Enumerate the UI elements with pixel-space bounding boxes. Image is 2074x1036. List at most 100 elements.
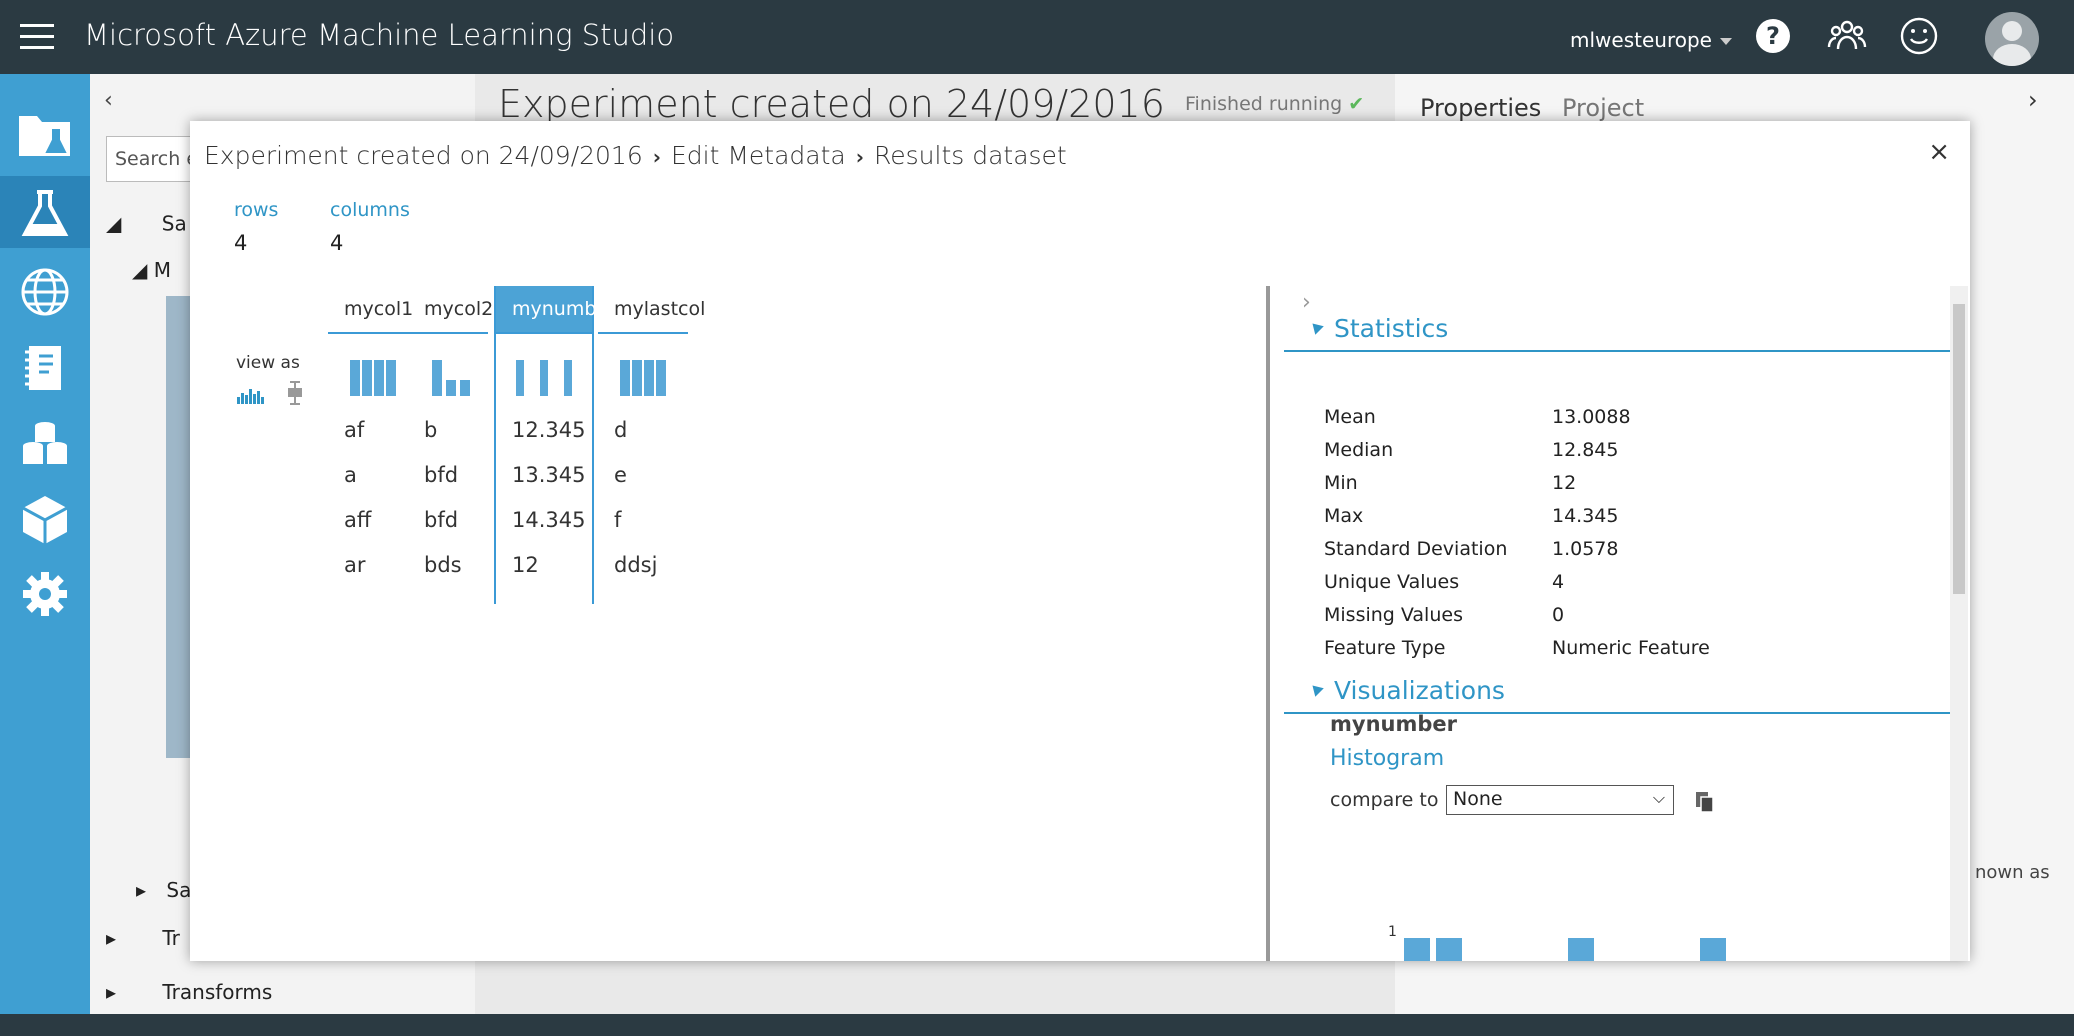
bottom-toolbar <box>0 1014 2074 1036</box>
column-header[interactable]: mycol1 <box>328 286 413 334</box>
top-bar: Microsoft Azure Machine Learning Studio … <box>0 0 2074 74</box>
viz-column-name: mynumber <box>1330 712 1457 736</box>
community-icon[interactable] <box>1826 15 1868 57</box>
table-cell: 12.345 <box>512 418 586 442</box>
property-description-fragment: nown as <box>1975 862 2050 883</box>
visualizations-title: Visualizations <box>1334 676 1505 705</box>
column-header[interactable]: mylastcol <box>598 286 705 334</box>
copy-icon[interactable] <box>1694 790 1716 814</box>
sparkline-bar <box>540 360 548 396</box>
breadcrumb-module[interactable]: Edit Metadata <box>671 141 846 170</box>
stat-value: 14.345 <box>1552 505 1619 527</box>
viz-type-link[interactable]: Histogram <box>1330 746 1444 771</box>
stat-key: Standard Deviation <box>1324 538 1508 560</box>
column-header[interactable]: mycol2 <box>408 286 493 334</box>
columns-value: 4 <box>330 231 344 255</box>
notebooks-icon <box>25 346 61 390</box>
dataset-visualization-dialog: Experiment created on 24/09/2016 › Edit Me… <box>190 121 1970 961</box>
breadcrumb: Experiment created on 24/09/2016 › Edit Me… <box>204 141 1067 170</box>
sparkline-bar <box>516 360 524 396</box>
user-avatar[interactable] <box>1985 12 2039 66</box>
workspace-name: mlwesteurope <box>1570 28 1712 52</box>
nav-projects[interactable] <box>0 96 90 168</box>
collapse-palette-icon[interactable]: ‹ <box>104 88 113 113</box>
app-title: Microsoft Azure Machine Learning Studio <box>84 18 675 52</box>
table-cell: d <box>614 418 628 442</box>
column-sparkline <box>328 334 408 408</box>
grid-column-mycol1[interactable]: mycol1 af a aff ar <box>328 286 413 604</box>
collapse-triangle-icon <box>1308 681 1324 697</box>
palette-tree-my[interactable]: ◢ M <box>132 258 171 282</box>
nav-trained-models[interactable] <box>0 482 90 554</box>
stat-key: Max <box>1324 505 1364 527</box>
stat-key: Unique Values <box>1324 571 1460 593</box>
histogram-view-icon[interactable] <box>236 385 270 405</box>
sparkline-bar <box>620 360 630 396</box>
stats-scrollbar[interactable] <box>1950 286 1968 961</box>
compare-to-select[interactable]: None ⌵ <box>1446 785 1674 815</box>
table-cell: a <box>344 463 357 487</box>
table-cell: ddsj <box>614 553 658 577</box>
histogram-bar <box>1404 938 1430 961</box>
sparkline-bar <box>350 360 360 396</box>
close-icon[interactable]: × <box>1928 137 1950 167</box>
nav-experiments[interactable] <box>0 176 90 248</box>
sparkline-bar <box>564 360 572 396</box>
palette-tree-samples[interactable]: ▸ Sa <box>136 878 191 902</box>
sparkline-bar <box>632 360 642 396</box>
trained-models-cube-icon <box>22 496 68 544</box>
palette-tree-transforms[interactable]: ▸ Transforms <box>106 980 272 1004</box>
table-cell: b <box>424 418 438 442</box>
grid-column-mynumber[interactable]: mynumber 12.345 13.345 14.345 12 <box>494 286 616 604</box>
stat-value: Numeric Feature <box>1552 637 1710 659</box>
grid-column-mylastcol[interactable]: mylastcol d e f ddsj <box>598 286 705 604</box>
hamburger-menu-icon[interactable] <box>20 24 54 50</box>
collapse-triangle-icon <box>1308 319 1324 335</box>
datasets-cylinders-icon <box>23 422 67 464</box>
expand-panel-icon[interactable]: › <box>2028 86 2038 114</box>
breadcrumb-output: Results dataset <box>874 141 1067 170</box>
grid-column-mycol2[interactable]: mycol2 b bfd bfd bds <box>408 286 493 604</box>
panel-divider[interactable] <box>1266 286 1270 961</box>
tab-properties[interactable]: Properties <box>1420 94 1541 122</box>
stat-value: 0 <box>1552 604 1565 626</box>
column-header[interactable]: mynumber <box>496 286 616 334</box>
sparkline-bar <box>432 360 442 396</box>
table-cell: f <box>614 508 622 532</box>
boxplot-view-icon[interactable] <box>285 381 305 405</box>
svg-text:?: ? <box>1766 22 1780 50</box>
columns-label: columns <box>330 199 410 221</box>
nav-web-services[interactable] <box>0 254 90 326</box>
histogram-bar <box>1568 938 1594 961</box>
stat-key: Feature Type <box>1324 637 1446 659</box>
workspace-selector[interactable]: mlwesteurope <box>1570 28 1732 52</box>
histogram-bar <box>1436 938 1462 961</box>
nav-datasets[interactable] <box>0 406 90 478</box>
table-cell: bds <box>424 553 462 577</box>
visualizations-section-header[interactable]: Visualizations <box>1284 666 1952 714</box>
feedback-smiley-icon[interactable] <box>1898 15 1940 57</box>
palette-tree-trained[interactable]: ▸ Tr <box>106 926 180 950</box>
statistics-section-header[interactable]: Statistics <box>1284 304 1952 352</box>
table-cell: bfd <box>424 463 459 487</box>
chevron-right-icon: › <box>855 145 864 169</box>
column-sparkline <box>598 334 688 408</box>
table-cell: af <box>344 418 365 442</box>
breadcrumb-experiment[interactable]: Experiment created on 24/09/2016 <box>204 141 643 170</box>
sparkline-bar <box>386 360 396 396</box>
statistics-panel: › Statistics Mean 13.0088 Median 12.845 Min 1… <box>1284 286 1952 961</box>
view-as-toggle <box>236 381 305 409</box>
stat-value: 12.845 <box>1552 439 1619 461</box>
experiment-title: Experiment created on 24/09/2016 <box>498 82 1165 126</box>
nav-settings[interactable] <box>0 556 90 628</box>
table-cell: 12 <box>512 553 539 577</box>
table-cell: bfd <box>424 508 459 532</box>
help-icon[interactable]: ? <box>1752 15 1794 57</box>
tab-project[interactable]: Project <box>1562 94 1644 122</box>
nav-notebooks[interactable] <box>0 330 90 402</box>
palette-tree-saved[interactable]: ◢ Sa <box>106 210 187 240</box>
column-sparkline <box>496 334 592 408</box>
table-cell: 14.345 <box>512 508 586 532</box>
chevron-right-icon: › <box>652 145 661 169</box>
stat-key: Missing Values <box>1324 604 1463 626</box>
